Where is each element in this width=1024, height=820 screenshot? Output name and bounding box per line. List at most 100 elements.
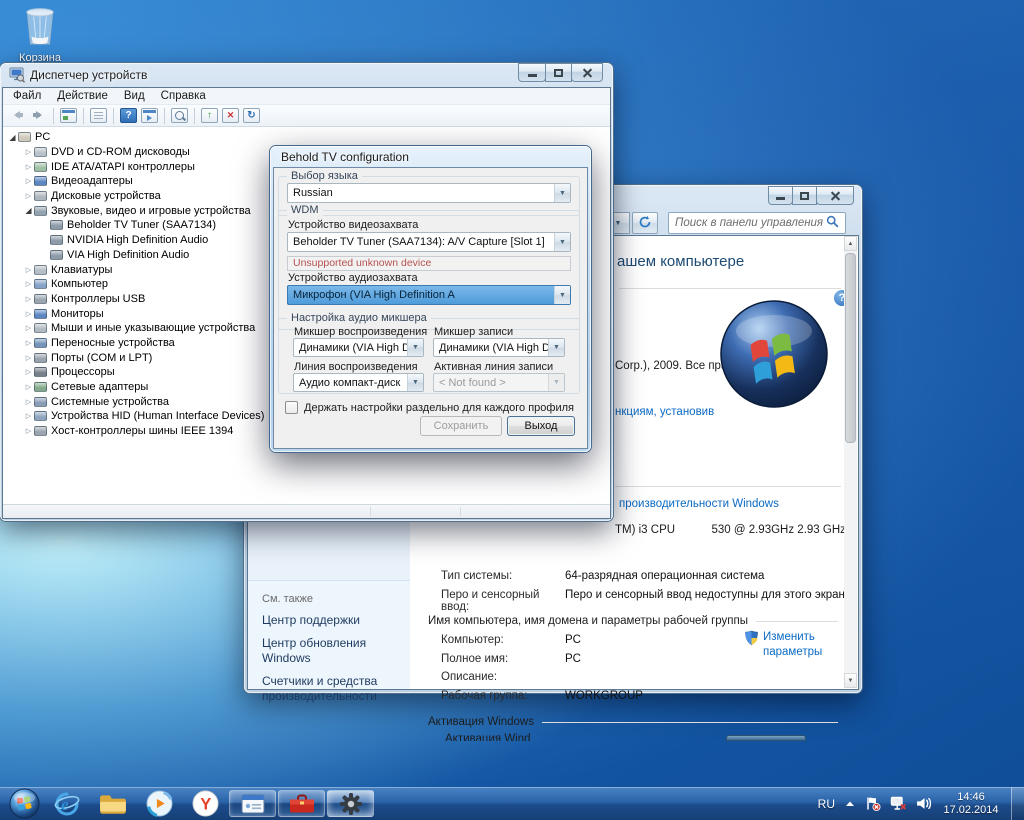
tree-expander-icon[interactable]: ▷: [23, 295, 34, 303]
tree-item-label: Системные устройства: [51, 396, 169, 408]
change-settings-link[interactable]: Изменить параметры: [744, 630, 822, 660]
hidden-icons-chevron[interactable]: [844, 799, 856, 809]
record-mixer-select[interactable]: Динамики (VIA High Definition ▼: [433, 338, 565, 357]
action-pane-icon[interactable]: [141, 108, 158, 123]
taskbar-behold-settings-taskbar-icon[interactable]: [327, 790, 374, 817]
toolbar-separator: [53, 108, 54, 124]
row-value: WORKGROUP: [565, 690, 643, 702]
language-indicator[interactable]: RU: [818, 797, 835, 811]
maximize-button[interactable]: [545, 63, 572, 82]
tree-item-label: VIA High Definition Audio: [67, 249, 189, 261]
sidebar-link-1[interactable]: Центр обновления Windows: [262, 636, 404, 666]
tree-item-label: Мыши и иные указывающие устройства: [51, 322, 255, 334]
console-window-icon[interactable]: [60, 108, 77, 123]
row-value: PC: [565, 653, 581, 665]
taskbar-media-player-icon[interactable]: [136, 789, 182, 818]
network-status-icon[interactable]: [890, 796, 907, 811]
tree-expander-icon[interactable]: ▷: [23, 177, 34, 185]
taskbar-system-toolbox-taskbar-icon[interactable]: [278, 790, 325, 817]
audio-capture-select[interactable]: Микрофон (VIA High Definition A ▼: [287, 285, 571, 305]
warning-text: Unsupported unknown device: [287, 256, 571, 271]
record-mixer-label: Микшер записи: [434, 326, 513, 338]
scroll-up-icon[interactable]: ▲: [844, 236, 857, 251]
help-icon[interactable]: ?: [120, 108, 137, 123]
tree-expander-icon[interactable]: ▷: [23, 398, 34, 406]
maximize-button[interactable]: [792, 186, 817, 205]
scan-hardware-changes-icon[interactable]: [243, 108, 260, 123]
behold-tv-dialog: Behold TV configuration Выбор языка Russ…: [270, 146, 591, 452]
taskbar-device-manager-taskbar-icon[interactable]: [229, 790, 276, 817]
row-value: PC: [565, 634, 581, 646]
tree-expander-icon[interactable]: ▷: [23, 339, 34, 347]
toolbar-separator: [164, 108, 165, 124]
tree-expander-icon[interactable]: ▷: [23, 310, 34, 318]
taskbar-windows-explorer-icon[interactable]: [90, 789, 136, 818]
sidebar-link-2[interactable]: Счетчики и средства производительности: [262, 674, 404, 704]
minimize-icon: [528, 74, 537, 77]
recycle-bin[interactable]: Корзина: [8, 6, 72, 64]
chevron-down-icon: ▼: [615, 220, 622, 227]
minimize-button[interactable]: [768, 186, 793, 205]
find-icon[interactable]: [171, 108, 188, 123]
action-center-flag-icon[interactable]: [865, 796, 881, 811]
refresh-button[interactable]: [632, 212, 658, 234]
tree-expander-icon[interactable]: ◢: [7, 133, 18, 142]
tree-expander-icon[interactable]: ▷: [23, 163, 34, 171]
processor-label: TM) i3 CPU: [615, 524, 675, 536]
tree-expander-icon[interactable]: ▷: [23, 427, 34, 435]
tree-expander-icon[interactable]: ▷: [23, 383, 34, 391]
chevron-down-icon: ▼: [548, 374, 564, 391]
volume-icon[interactable]: [916, 797, 931, 810]
tree-item[interactable]: ◢PC: [3, 130, 610, 145]
window-title: Диспетчер устройств: [30, 68, 147, 82]
language-select[interactable]: Russian ▼: [287, 183, 571, 203]
minimize-button[interactable]: [518, 63, 546, 82]
playback-line-select[interactable]: Аудио компакт-диск ▼: [293, 373, 424, 392]
exit-button[interactable]: Выход: [507, 416, 575, 436]
taskbar-clock[interactable]: 14:46 17.02.2014: [940, 791, 1002, 817]
taskbar-yandex-browser-icon[interactable]: Y: [182, 789, 228, 818]
tree-expander-icon[interactable]: ▷: [23, 266, 34, 274]
tree-expander-icon[interactable]: ▷: [23, 192, 34, 200]
update-driver-icon[interactable]: [201, 108, 218, 123]
search-input[interactable]: Поиск в панели управления: [668, 212, 846, 234]
taskbar-internet-explorer-icon[interactable]: e: [44, 789, 90, 818]
close-button[interactable]: [816, 186, 854, 205]
extra-features-link[interactable]: нкциям, установив: [615, 406, 714, 418]
taskbar-start-orb[interactable]: [4, 789, 44, 818]
scroll-down-icon[interactable]: ▼: [844, 673, 857, 688]
tree-expander-icon[interactable]: ◢: [23, 206, 34, 215]
tree-expander-icon[interactable]: ▷: [23, 324, 34, 332]
menu-item-0[interactable]: Файл: [5, 89, 49, 103]
menu-item-3[interactable]: Справка: [153, 89, 214, 103]
row-value: Перо и сенсорный ввод недоступны для это…: [565, 589, 851, 601]
show-desktop-button[interactable]: [1011, 787, 1024, 820]
tree-expander-icon[interactable]: ▷: [23, 412, 34, 420]
video-capture-select[interactable]: Beholder TV Tuner (SAA7134): A/V Capture…: [287, 232, 571, 252]
row-label: Полное имя:: [441, 653, 565, 665]
sidebar-links: Центр поддержки Центр обновления Windows С…: [262, 613, 404, 712]
scrollbar[interactable]: ▲ ▼: [844, 236, 857, 688]
uninstall-device-icon[interactable]: [222, 108, 239, 123]
close-button[interactable]: [571, 63, 603, 82]
menu-item-2[interactable]: Вид: [116, 89, 153, 103]
back-icon[interactable]: [9, 108, 26, 123]
save-button[interactable]: Сохранить: [420, 416, 502, 436]
activation-button[interactable]: [726, 735, 806, 741]
chevron-down-icon: ▼: [407, 374, 423, 391]
record-line-select[interactable]: < Not found > ▼: [433, 373, 565, 392]
video-capture-label: Устройство видеозахвата: [288, 219, 418, 231]
menu-item-1[interactable]: Действие: [49, 89, 116, 103]
tree-expander-icon[interactable]: ▷: [23, 354, 34, 362]
scrollbar-thumb[interactable]: [845, 253, 856, 443]
performance-index-link[interactable]: производительности Windows: [619, 498, 779, 510]
playback-mixer-select[interactable]: Динамики (VIA High Definition ▼: [293, 338, 424, 357]
tree-expander-icon[interactable]: ▷: [23, 368, 34, 376]
sidebar-link-0[interactable]: Центр поддержки: [262, 613, 404, 628]
properties-icon[interactable]: [90, 108, 107, 123]
forward-icon[interactable]: [30, 108, 47, 123]
profile-checkbox[interactable]: [285, 401, 298, 414]
tree-expander-icon[interactable]: ▷: [23, 148, 34, 156]
see-also-box: См. также Центр поддержкиЦентр обновлени…: [248, 580, 410, 689]
tree-expander-icon[interactable]: ▷: [23, 280, 34, 288]
